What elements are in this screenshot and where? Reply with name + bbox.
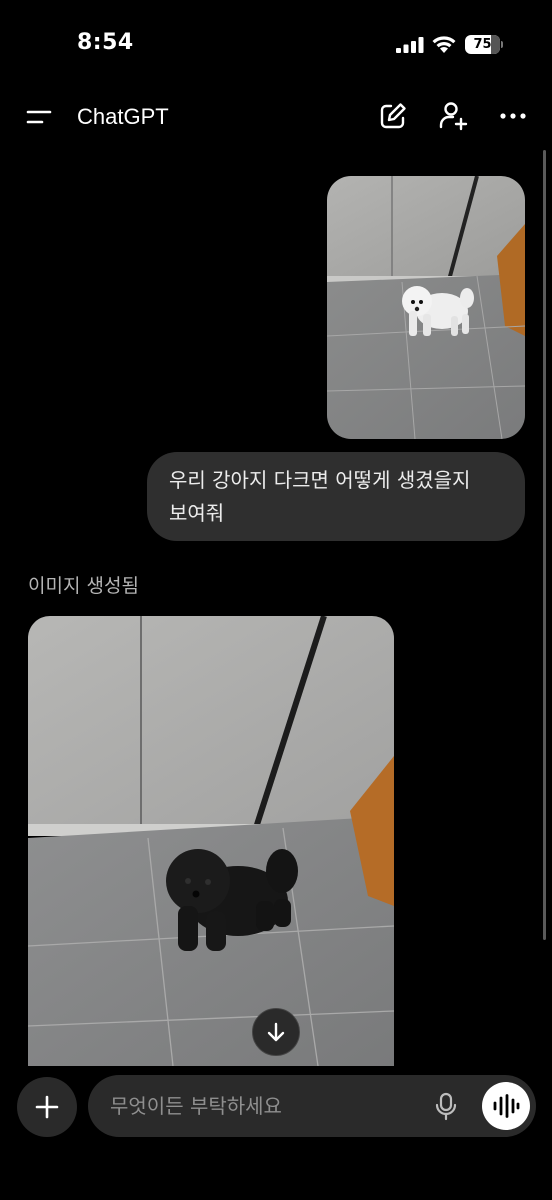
arrow-down-icon: [267, 1022, 285, 1042]
status-bar: 8:54 75: [0, 0, 552, 90]
battery-icon: 75: [465, 35, 503, 54]
image-generated-label: 이미지 생성됨: [28, 575, 139, 597]
black-dog-photo: [28, 616, 394, 1066]
generated-image[interactable]: [28, 616, 394, 1066]
signal-icon: [396, 37, 424, 53]
white-dog-photo: [327, 176, 525, 439]
user-message-line-1: 우리 강아지 다크면 어떻게 생겼을지: [169, 468, 471, 492]
voice-mode-icon: [493, 1094, 520, 1118]
new-chat-icon[interactable]: [377, 100, 409, 132]
menu-icon[interactable]: [24, 102, 54, 132]
user-message-bubble: 우리 강아지 다크면 어떻게 생겼을지 보여줘: [147, 452, 525, 541]
scroll-to-bottom-button[interactable]: [252, 1008, 300, 1056]
voice-mode-button[interactable]: [482, 1082, 530, 1130]
composer: [0, 1066, 552, 1200]
prompt-input[interactable]: [110, 1075, 430, 1137]
attach-button[interactable]: [17, 1077, 77, 1137]
battery-tip: [501, 41, 503, 48]
scrollbar[interactable]: [543, 150, 546, 940]
status-time: 8:54: [77, 30, 134, 55]
add-person-icon[interactable]: [437, 100, 469, 132]
app-title: ChatGPT: [77, 104, 169, 129]
more-icon[interactable]: [497, 100, 529, 132]
user-message-line-2: 보여줘: [169, 501, 225, 525]
microphone-icon[interactable]: [430, 1090, 462, 1122]
prompt-input-container: [88, 1075, 536, 1137]
plus-icon: [35, 1095, 59, 1119]
wifi-icon: [432, 36, 456, 53]
user-attached-image[interactable]: [327, 176, 525, 439]
app-header: ChatGPT: [0, 90, 552, 144]
battery-body: 75: [465, 35, 500, 54]
battery-percent: 75: [473, 37, 492, 52]
